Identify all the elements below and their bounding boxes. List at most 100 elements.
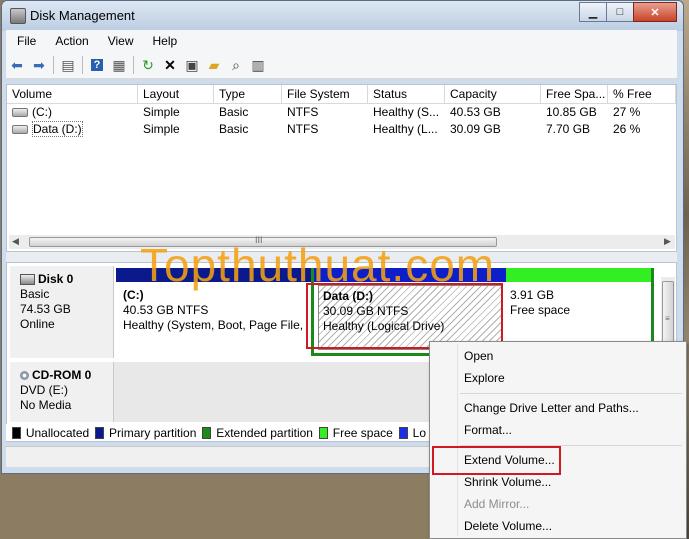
free-space-cell: 10.85 GB bbox=[546, 105, 597, 119]
volume-cell: Data (D:) bbox=[7, 121, 138, 138]
disk-icon bbox=[20, 274, 35, 286]
percent-free-cell: 26 % bbox=[613, 122, 641, 136]
volume-list-header: Volume Layout Type File System Status Ca… bbox=[7, 85, 676, 104]
scroll-grip-icon: ≡ bbox=[665, 314, 670, 323]
disk0-type: Basic bbox=[20, 287, 50, 301]
column-header-volume[interactable]: Volume bbox=[7, 85, 138, 103]
column-header-file-system[interactable]: File System bbox=[282, 85, 368, 103]
menu-action[interactable]: Action bbox=[44, 34, 96, 48]
maximize-button[interactable]: □ bbox=[606, 2, 634, 22]
toolbar-divider bbox=[82, 56, 83, 74]
free-space-cell: 7.70 GB bbox=[546, 122, 591, 136]
context-menu: Open Explore Change Drive Letter and Pat… bbox=[429, 341, 687, 539]
cdrom-media: No Media bbox=[20, 398, 72, 412]
menu-item-explore[interactable]: Explore bbox=[464, 371, 505, 385]
legend-extended: Extended partition bbox=[216, 425, 313, 440]
delete-icon[interactable]: ✕ bbox=[159, 54, 181, 76]
cdrom-icon bbox=[20, 371, 29, 381]
free-space-size: 3.91 GB bbox=[510, 288, 555, 302]
partition-c-size: 40.53 GB NTFS bbox=[123, 303, 209, 317]
minimize-icon: ▁ bbox=[588, 6, 598, 19]
legend-swatch-primary bbox=[95, 426, 105, 439]
close-icon: ✕ bbox=[650, 6, 660, 19]
menu-file[interactable]: File bbox=[6, 34, 44, 48]
layout-cell: Simple bbox=[143, 105, 180, 119]
scroll-right-icon[interactable]: ▶ bbox=[664, 236, 671, 247]
legend-swatch-extended bbox=[202, 426, 212, 439]
file-system-cell: NTFS bbox=[287, 105, 319, 119]
type-cell: Basic bbox=[219, 122, 249, 136]
column-header-layout[interactable]: Layout bbox=[138, 85, 214, 103]
menu-item-shrink-volume[interactable]: Shrink Volume... bbox=[464, 475, 551, 489]
close-button[interactable]: ✕ bbox=[633, 2, 677, 22]
disk-management-app-icon bbox=[10, 8, 26, 24]
disk0-info[interactable]: Disk 0 Basic 74.53 GB Online bbox=[10, 266, 114, 358]
cdrom-drive: DVD (E:) bbox=[20, 383, 68, 397]
menu-item-open[interactable]: Open bbox=[464, 349, 493, 363]
cdrom-name: CD-ROM 0 bbox=[32, 368, 92, 382]
window-title: Disk Management bbox=[30, 8, 135, 23]
properties-sheet-icon[interactable]: ▣ bbox=[181, 54, 203, 76]
partition-c-body: (C:) 40.53 GB NTFS Healthy (System, Boot… bbox=[119, 285, 308, 353]
console-tree-icon[interactable]: ▤ bbox=[57, 54, 79, 76]
drive-icon bbox=[12, 108, 28, 118]
menu-view[interactable]: View bbox=[97, 34, 142, 48]
menu-item-change-drive-letter[interactable]: Change Drive Letter and Paths... bbox=[464, 401, 639, 415]
menu-separator bbox=[460, 393, 682, 394]
refresh-icon[interactable]: ↻ bbox=[137, 54, 159, 76]
minimize-button[interactable]: ▁ bbox=[579, 2, 607, 22]
maximize-icon: □ bbox=[616, 6, 624, 18]
highlight-extend-volume bbox=[432, 446, 561, 475]
window-controls: ▁ □ ✕ bbox=[579, 2, 677, 22]
menu-item-delete-volume[interactable]: Delete Volume... bbox=[464, 519, 552, 533]
volume-name: Data (D:) bbox=[32, 121, 83, 137]
legend-primary: Primary partition bbox=[109, 425, 197, 440]
partition-c-status: Healthy (System, Boot, Page File, A bbox=[123, 318, 308, 332]
forward-arrow-icon[interactable]: ➡ bbox=[28, 54, 50, 76]
scroll-left-icon[interactable]: ◀ bbox=[12, 236, 19, 247]
properties-icon[interactable]: ▦ bbox=[108, 54, 130, 76]
toolbar: ⬅ ➡ ▤ ? ▦ ↻ ✕ ▣ ▰ ⌕ ▥ bbox=[6, 52, 677, 79]
column-header-capacity[interactable]: Capacity bbox=[445, 85, 541, 103]
legend-unallocated: Unallocated bbox=[25, 425, 90, 440]
toolbar-divider bbox=[133, 56, 134, 74]
volume-cell: (C:) bbox=[7, 104, 138, 121]
free-space-label: Free space bbox=[510, 303, 571, 317]
drive-icon bbox=[12, 125, 28, 135]
volume-name: (C:) bbox=[32, 105, 52, 119]
legend-swatch-logical bbox=[398, 426, 408, 439]
search-icon[interactable]: ⌕ bbox=[225, 54, 247, 76]
toolbar-divider bbox=[53, 56, 54, 74]
column-header-percent-free[interactable]: % Free bbox=[608, 85, 676, 103]
back-arrow-icon[interactable]: ⬅ bbox=[6, 54, 28, 76]
cdrom-title: CD-ROM 0 bbox=[20, 368, 103, 383]
capacity-cell: 30.09 GB bbox=[450, 122, 501, 136]
legend-free-space: Free space bbox=[332, 425, 393, 440]
legend-logical: Lo bbox=[412, 425, 426, 440]
menu-help[interactable]: Help bbox=[142, 34, 186, 48]
layout-cell: Simple bbox=[143, 122, 180, 136]
disk0-title: Disk 0 bbox=[20, 272, 103, 287]
type-cell: Basic bbox=[219, 105, 249, 119]
open-folder-icon[interactable]: ▰ bbox=[203, 54, 225, 76]
title-bar: Disk Management ▁ □ ✕ bbox=[2, 1, 683, 31]
free-space-area[interactable]: 3.91 GB Free space bbox=[510, 288, 570, 318]
legend-swatch-unallocated bbox=[12, 426, 21, 439]
settings-icon[interactable]: ▥ bbox=[247, 54, 269, 76]
capacity-cell: 40.53 GB bbox=[450, 105, 501, 119]
file-system-cell: NTFS bbox=[287, 122, 319, 136]
percent-free-cell: 27 % bbox=[613, 105, 641, 119]
help-icon[interactable]: ? bbox=[86, 54, 108, 76]
legend-swatch-free bbox=[318, 426, 328, 439]
highlight-partition-d bbox=[306, 283, 503, 349]
column-header-status[interactable]: Status bbox=[368, 85, 445, 103]
legend: Unallocated Primary partition Extended p… bbox=[6, 424, 426, 441]
cdrom-info[interactable]: CD-ROM 0 DVD (E:) No Media bbox=[10, 362, 114, 422]
menu-item-add-mirror[interactable]: Add Mirror... bbox=[464, 497, 529, 511]
table-row[interactable]: Data (D:) Simple Basic NTFS Healthy (L..… bbox=[7, 121, 676, 138]
table-row[interactable]: (C:) Simple Basic NTFS Healthy (S... 40.… bbox=[7, 104, 676, 121]
column-header-free-space[interactable]: Free Spa... bbox=[541, 85, 608, 103]
column-header-type[interactable]: Type bbox=[214, 85, 282, 103]
disk0-name: Disk 0 bbox=[38, 272, 74, 286]
menu-item-format[interactable]: Format... bbox=[464, 423, 512, 437]
